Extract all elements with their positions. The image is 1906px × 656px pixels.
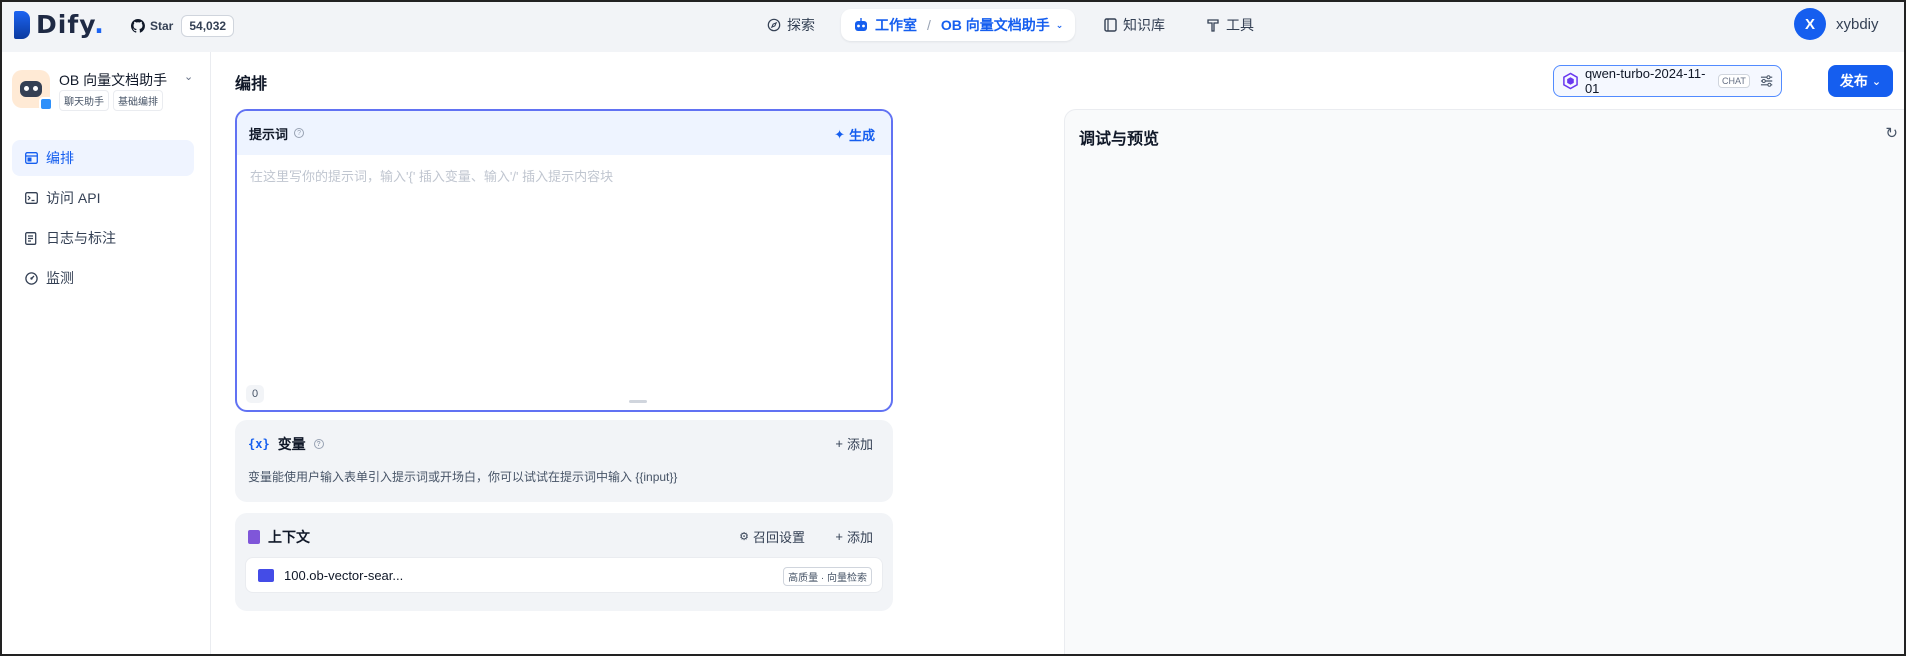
robot-icon: [855, 18, 867, 31]
nav-studio-label: 工作室: [875, 17, 917, 33]
sliders-icon[interactable]: [1760, 74, 1773, 88]
prompt-input[interactable]: 在这里写你的提示词，输入'{' 插入变量、输入'/' 插入提示内容块: [250, 166, 613, 185]
model-name: qwen-turbo-2024-11-01: [1584, 66, 1706, 96]
resize-handle[interactable]: [629, 400, 647, 403]
publish-button[interactable]: 发布 ⌄: [1828, 65, 1893, 97]
page-title: 编排: [235, 76, 268, 93]
model-mode-badge: CHAT: [1717, 74, 1750, 88]
qwen-logo-icon: [1563, 72, 1578, 90]
hammer-icon: [1207, 19, 1219, 32]
recall-label: 召回设置: [752, 530, 805, 545]
word-count: 0: [246, 385, 264, 403]
chevron-down-icon: ⌄: [1871, 75, 1882, 88]
add-label: 添加: [846, 530, 873, 545]
model-selector[interactable]: qwen-turbo-2024-11-01 CHAT: [1553, 65, 1782, 97]
github-star-count[interactable]: 54,032: [181, 14, 235, 37]
nav-explore-label: 探索: [787, 17, 815, 33]
dataset-name: 100.ob-vector-sear...: [284, 567, 404, 583]
nav-tools-label: 工具: [1226, 17, 1254, 33]
logo-text: Dify.: [36, 10, 105, 39]
github-star-label: Star: [150, 18, 174, 33]
layout-icon: [24, 151, 38, 165]
folder-icon: [258, 568, 274, 582]
prompt-title: 提示词: [249, 126, 289, 142]
help-icon[interactable]: ?: [294, 128, 305, 138]
generate-button[interactable]: ✦ 生成: [834, 125, 875, 144]
debug-preview-panel: 调试与预览 ↻: [1064, 109, 1906, 656]
generate-label: 生成: [848, 128, 875, 143]
context-title: 上下文: [268, 529, 310, 545]
settings-flow-icon: ⚙: [739, 531, 749, 543]
help-icon[interactable]: ?: [313, 439, 324, 449]
plus-icon: +: [835, 436, 843, 451]
main-panel: 编排 qwen-turbo-2024-11-01 CHAT 发布 ⌄ 提示词 ?…: [212, 52, 1906, 656]
github-star-button[interactable]: Star: [131, 18, 181, 33]
nav-explore[interactable]: 探索: [767, 9, 815, 41]
dify-logo[interactable]: Dify.: [14, 10, 105, 39]
app-tag: 聊天助手: [59, 90, 109, 111]
avatar[interactable]: X: [1794, 8, 1826, 40]
monitor-icon: [24, 271, 38, 285]
app-tag: 基础编排: [113, 90, 163, 111]
book-icon: [1104, 18, 1117, 32]
app-avatar: [12, 70, 53, 111]
debug-title: 调试与预览: [1079, 131, 1160, 148]
sidebar-item-label: 监测: [46, 270, 74, 286]
nav-knowledge[interactable]: 知识库: [1104, 9, 1165, 41]
chevron-down-icon[interactable]: ⌄: [184, 70, 193, 83]
sidebar-item-label: 访问 API: [46, 190, 101, 206]
document-icon: [248, 530, 260, 544]
log-icon: [24, 231, 38, 245]
variables-section: {x} 变量 ? + 添加 变量能使用户输入表单引入提示词或开场白，你可以试试在…: [235, 420, 893, 502]
add-label: 添加: [846, 437, 873, 452]
variables-description: 变量能使用户输入表单引入提示词或开场白，你可以试试在提示词中输入 {{input…: [248, 470, 678, 484]
sidebar-item-api[interactable]: 访问 API: [12, 180, 194, 216]
recall-settings-button[interactable]: ⚙ 召回设置: [739, 527, 805, 546]
app-info-card[interactable]: OB 向量文档助手 ⌄ 聊天助手 基础编排: [12, 68, 202, 124]
compass-icon: [767, 18, 781, 32]
plus-icon: +: [835, 529, 843, 544]
robot-icon: [20, 81, 42, 97]
prompt-editor: 提示词 ? ✦ 生成 在这里写你的提示词，输入'{' 插入变量、输入'/' 插入…: [235, 109, 893, 412]
nav-studio[interactable]: 工作室 / OB 向量文档助手 ⌄: [841, 9, 1076, 41]
sidebar-item-orchestrate[interactable]: 编排: [12, 140, 194, 176]
prompt-header: 提示词 ? ✦ 生成: [237, 111, 891, 155]
dataset-index-badge: 高质量 · 向量检索: [783, 567, 872, 586]
user-name[interactable]: xybdiy: [1836, 16, 1879, 33]
variable-icon: {x}: [248, 437, 270, 451]
add-variable-button[interactable]: + 添加: [835, 434, 873, 453]
variables-header: {x} 变量 ?: [248, 434, 324, 454]
refresh-icon[interactable]: ↻: [1885, 124, 1898, 142]
github-icon: [131, 18, 145, 33]
add-context-button[interactable]: + 添加: [835, 527, 873, 546]
nav-current-app[interactable]: OB 向量文档助手: [941, 15, 1050, 35]
breadcrumb-separator: /: [927, 17, 931, 33]
app-name: OB 向量文档助手: [59, 72, 168, 88]
github-star-widget[interactable]: Star 54,032: [131, 12, 235, 39]
context-section: 上下文 ⚙ 召回设置 + 添加 100.ob-vector-sear... 高质…: [235, 513, 893, 611]
sidebar-item-label: 日志与标注: [46, 230, 116, 246]
sidebar-item-logs[interactable]: 日志与标注: [12, 220, 194, 256]
sidebar-item-monitor[interactable]: 监测: [12, 260, 194, 296]
nav-tools[interactable]: 工具: [1206, 9, 1254, 41]
sidebar-item-label: 编排: [46, 150, 74, 166]
app-tags: 聊天助手 基础编排: [59, 90, 163, 111]
chevron-down-icon: ⌄: [1055, 19, 1064, 30]
logo-mark-icon: [14, 10, 30, 39]
publish-label: 发布: [1839, 73, 1868, 89]
sidebar: OB 向量文档助手 ⌄ 聊天助手 基础编排 编排 访问 API 日志与标注 监测: [0, 52, 211, 656]
context-header: 上下文: [248, 527, 310, 547]
app-type-badge-icon: [39, 97, 53, 111]
top-navigation: Dify. Star 54,032 探索 工作室 / OB 向量文档助手 ⌄ 知…: [0, 0, 1906, 52]
sidebar-menu: 编排 访问 API 日志与标注 监测: [12, 140, 194, 300]
nav-knowledge-label: 知识库: [1123, 17, 1165, 33]
user-menu[interactable]: X xybdiy: [1794, 8, 1879, 40]
sparkle-icon: ✦: [834, 126, 845, 142]
variables-title: 变量: [277, 436, 306, 452]
dataset-item[interactable]: 100.ob-vector-sear... 高质量 · 向量检索: [245, 557, 883, 593]
terminal-icon: [24, 191, 38, 205]
